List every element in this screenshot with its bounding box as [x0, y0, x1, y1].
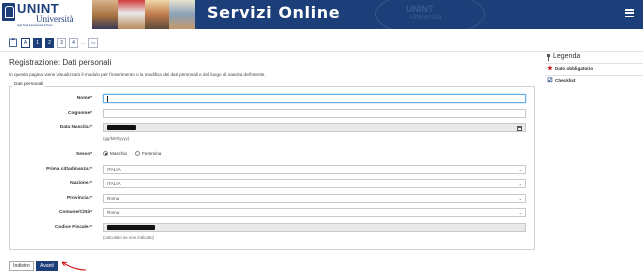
header-divider	[0, 51, 643, 52]
step-4[interactable]: 4	[69, 37, 78, 48]
sesso-label: Sesso*	[76, 152, 92, 157]
step-ellipsis: ...	[81, 39, 86, 46]
hamburger-menu-icon[interactable]	[625, 9, 634, 17]
legend-title: Legenda	[553, 53, 581, 60]
university-logo[interactable]: UNINT Università degli Studi Internazion…	[0, 0, 92, 29]
text-caret	[107, 95, 108, 102]
legend-required-row: ★ Dato obbligatorio	[545, 63, 643, 73]
chevron-down-icon: ⌄	[518, 196, 522, 201]
legend-checklist-row[interactable]: ☑ Checklist	[545, 75, 643, 85]
nome-input[interactable]	[103, 94, 526, 103]
wizard-steps: A 1 2 3 4 ... >>	[9, 37, 99, 48]
comune-select[interactable]: Roma ⌄	[103, 208, 526, 217]
header-photo	[169, 0, 195, 29]
radio-femmina[interactable]	[135, 151, 141, 156]
header-watermark-sub: Università	[410, 14, 442, 21]
site-header: UNINT Università degli Studi Internazion…	[0, 0, 643, 29]
step-3[interactable]: 3	[57, 37, 66, 48]
radio-maschio[interactable]	[103, 151, 108, 156]
radio-maschio-label[interactable]: Maschio	[110, 151, 127, 156]
nome-label: Nome*	[76, 96, 92, 101]
chevron-down-icon: ⌄	[518, 167, 522, 172]
page-title: Registrazione: Dati personali	[9, 58, 112, 67]
logo-subtitle: Università	[36, 14, 74, 24]
data-nascita-hint: (gg/MM/yyyy)	[103, 136, 130, 141]
sesso-radio-group: Maschio Femmina	[103, 151, 169, 156]
step-a[interactable]: A	[21, 37, 30, 48]
chevron-down-icon: ⌄	[518, 181, 522, 186]
comune-value: Roma	[107, 210, 120, 215]
back-button[interactable]: Indietro	[9, 261, 34, 271]
next-button[interactable]: Avanti	[36, 261, 58, 271]
radio-femmina-label[interactable]: Femmina	[142, 151, 161, 156]
logo-emblem-icon	[2, 3, 15, 21]
provincia-value: Roma	[107, 196, 120, 201]
header-watermark: UNINT	[406, 4, 434, 14]
provincia-select[interactable]: Roma ⌄	[103, 194, 526, 203]
provincia-label: Provincia:*	[66, 196, 92, 201]
logo-tagline: degli Studi Internazionali di Roma	[17, 24, 53, 27]
cognome-input[interactable]	[103, 109, 526, 118]
redacted-birthdate	[107, 125, 136, 130]
codice-fiscale-label: Codice Fiscale:*	[54, 225, 92, 230]
cittadinanza-label: Prima cittadinanza:*	[46, 167, 92, 172]
header-photo	[145, 0, 169, 29]
pin-icon	[547, 54, 550, 61]
clipboard-icon	[9, 38, 17, 47]
cittadinanza-value: ITALIA	[107, 167, 121, 172]
codice-fiscale-hint: (calcolato se non indicato)	[103, 235, 155, 240]
nazione-value: ITALIA	[107, 181, 121, 186]
step-1[interactable]: 1	[33, 37, 42, 48]
checklist-icon: ☑	[547, 78, 553, 84]
cittadinanza-select[interactable]: ITALIA ⌄	[103, 165, 526, 174]
page-description: In questa pagina viene visualizzato il m…	[9, 72, 266, 77]
header-photo-strip	[92, 0, 195, 29]
nazione-select[interactable]: ITALIA ⌄	[103, 179, 526, 188]
codice-fiscale-input[interactable]	[103, 223, 526, 232]
chevron-down-icon: ⌄	[518, 210, 522, 215]
step-next[interactable]: >>	[88, 37, 99, 48]
data-nascita-input[interactable]	[103, 123, 526, 132]
header-photo	[92, 0, 118, 29]
asterisk-icon: ★	[547, 66, 553, 72]
comune-label: Comune/Città*	[58, 210, 92, 215]
calendar-icon[interactable]	[517, 125, 522, 131]
header-photo	[118, 0, 145, 29]
legend-required-label: Dato obbligatorio	[555, 66, 594, 71]
annotation-arrow-icon	[61, 261, 87, 271]
step-2[interactable]: 2	[45, 37, 54, 48]
page-header-title: Servizi Online	[207, 3, 341, 22]
data-nascita-label: Data Nascita:*	[59, 125, 92, 130]
legend-checklist-label[interactable]: Checklist	[555, 78, 575, 83]
nazione-label: Nazione:*	[70, 181, 92, 186]
redacted-tax-code	[107, 225, 155, 230]
fieldset-legend: Dati personali	[12, 82, 46, 87]
cognome-label: Cognome*	[68, 111, 92, 116]
